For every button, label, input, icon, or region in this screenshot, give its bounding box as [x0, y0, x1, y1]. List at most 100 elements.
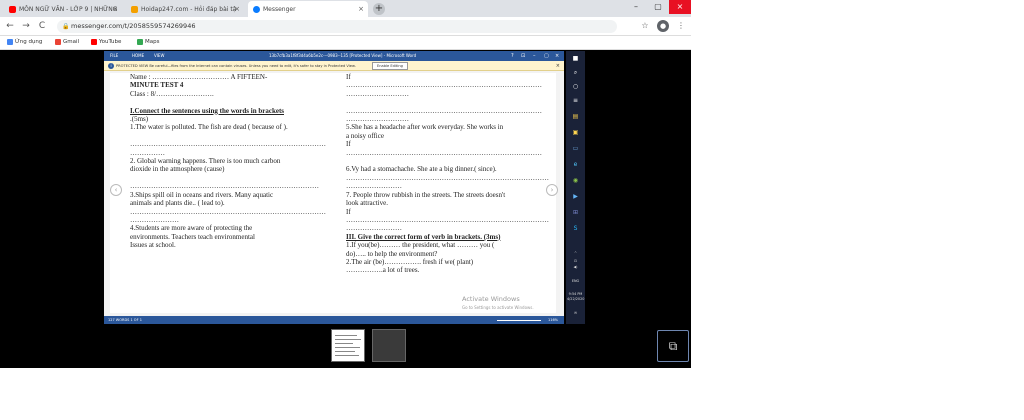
thumbnail-2[interactable]: [372, 329, 406, 362]
teams-icon: ⊞: [572, 209, 579, 216]
chrome-icon: ◉: [572, 177, 579, 184]
bookmark-label: Ứng dụng: [15, 39, 43, 45]
bookmark-apps[interactable]: Ứng dụng: [7, 39, 42, 45]
lock-icon: 🔒: [62, 23, 70, 30]
ribbon-tab-view: VIEW: [154, 53, 165, 58]
document-line: [130, 132, 326, 140]
maps-icon: [137, 39, 143, 45]
document-line: a noisy office: [346, 131, 384, 140]
document-line: [130, 98, 326, 106]
document-line: 4.Students are more aware of protecting …: [130, 224, 253, 233]
url-input[interactable]: 🔒 messenger.com/t/2058559574269946: [57, 20, 617, 33]
word-window-screenshot: FILE HOME VIEW 13b7cfb3a1f8f3d4a6b5e2c--…: [104, 51, 564, 324]
taskbar-screenshot: ■ ⌕ ○ ≡ ▤ ▣ ▭ e ◉ ▶ ⊞ S ^ ⊡ ◀) ENG 9:54 …: [566, 51, 585, 324]
tab-title: Hoidap247.com - Hỏi đáp bài tậ: [141, 5, 237, 13]
messenger-icon: [253, 5, 260, 13]
new-tab-button[interactable]: +: [373, 3, 385, 15]
document-line: 1.If you(be)……… the president, what ……… …: [346, 241, 495, 250]
tab-messenger[interactable]: Messenger ×: [248, 1, 368, 17]
thumbnail-line: [335, 335, 357, 336]
windows-start-icon: ■: [572, 55, 579, 62]
tab-ngu-van[interactable]: MÔN NGỮ VĂN - LỚP 9 | NHỮNG ×: [4, 1, 122, 17]
bookmark-youtube[interactable]: YouTube: [91, 39, 121, 45]
document-line: [346, 157, 549, 165]
gmail-icon: [55, 39, 61, 45]
tab-title: MÔN NGỮ VĂN - LỚP 9 | NHỮNG: [19, 5, 118, 13]
bookmark-maps[interactable]: Maps: [137, 39, 159, 45]
thumbnail-line: [335, 355, 359, 356]
bookmarks-bar: Ứng dụng Gmail YouTube Maps: [0, 36, 691, 50]
word-title-bar: FILE HOME VIEW 13b7cfb3a1f8f3d4a6b5e2c--…: [104, 51, 564, 61]
shield-icon: i: [108, 63, 114, 69]
document-line: do)….. to help the environment?: [346, 249, 438, 258]
minimize-button[interactable]: –: [625, 0, 647, 14]
protected-view-close-icon: ×: [555, 63, 560, 69]
document-line: ……………………: [346, 182, 402, 191]
address-bar-row: ← → C 🔒 messenger.com/t/2058559574269946…: [0, 17, 691, 36]
zoom-level: 116%: [548, 318, 559, 322]
notification-icon: ✉: [574, 311, 577, 315]
bookmark-star-icon[interactable]: ☆: [639, 20, 651, 32]
tray-volume-icon: ◀): [573, 265, 578, 269]
document-line: ……………………: [346, 224, 402, 233]
document-line: If: [346, 73, 351, 81]
thumbnail-line: [335, 347, 360, 348]
activate-windows-title: Activate Windows: [462, 295, 520, 303]
tray-date: 4/22/2020: [567, 297, 585, 301]
word-close-icon: ×: [555, 53, 560, 59]
thumbnail-line: [335, 339, 361, 340]
document-line: animals and plants die.. ( lead to).: [130, 199, 225, 208]
thumbnail-line: [335, 351, 355, 352]
tab-title: Messenger: [263, 5, 296, 13]
tab-hoidap[interactable]: Hoidap247.com - Hỏi đáp bài tậ ×: [126, 1, 244, 17]
word-doc-title: 13b7cfb3a1f8f3d4a6b5e2c---0983--135 [Pro…: [269, 53, 417, 58]
document-line: …………………………………………………………………………: [130, 140, 326, 149]
tray-chevron-icon: ^: [574, 251, 577, 255]
document-line: …………………………………………………………………………: [346, 148, 542, 157]
word-help-icon: ?: [511, 53, 514, 59]
document-left-column: Name : …………………………… A FIFTEEN- MINUTE TEST…: [130, 73, 326, 250]
store-icon: ▣: [572, 129, 579, 136]
menu-icon[interactable]: ⋮: [675, 20, 687, 32]
protected-view-message: PROTECTED VIEW Be careful—files from the…: [116, 64, 356, 68]
bookmark-gmail[interactable]: Gmail: [55, 39, 79, 45]
document-line: [130, 174, 326, 182]
document-line: I.Connect the sentences using the words …: [130, 106, 284, 115]
document-line: III. Give the correct form of verb in br…: [346, 232, 501, 241]
document-line: ………………………………………………………………………: [130, 182, 319, 191]
word-maximize-icon: ▢: [544, 53, 549, 59]
document-line: Class : 8/…………………….: [130, 89, 214, 98]
document-line: 7. People throw rubbish in the streets. …: [346, 190, 506, 199]
maximize-button[interactable]: ▢: [647, 0, 669, 14]
enable-editing-button: Enable Editing: [372, 62, 408, 70]
thumbnail-1[interactable]: [331, 329, 365, 362]
forward-button[interactable]: →: [20, 20, 32, 32]
profile-avatar[interactable]: ●: [657, 20, 669, 32]
document-line: 2.The air (be)……………. fresh if we( plant): [346, 257, 474, 266]
reload-button[interactable]: C: [36, 20, 48, 32]
apps-icon: [7, 39, 13, 45]
document-line: ……………: [130, 148, 165, 157]
search-icon: ⌕: [573, 69, 578, 76]
word-minimize-icon: –: [533, 53, 536, 59]
close-window-button[interactable]: ×: [669, 0, 691, 14]
bookmark-label: Gmail: [63, 39, 80, 45]
back-button[interactable]: ←: [4, 20, 16, 32]
document-line: …………………………………………………………………………: [130, 207, 326, 216]
protected-view-bar: i PROTECTED VIEW Be careful—files from t…: [104, 61, 564, 71]
document-line: environments. Teachers teach environment…: [130, 232, 255, 241]
next-image-button[interactable]: ›: [546, 184, 558, 196]
gallery-icon[interactable]: ⧉: [657, 330, 689, 362]
document-line: Issues at school.: [130, 241, 176, 250]
tab-close-icon[interactable]: ×: [112, 5, 118, 13]
document-line: Name : …………………………… A FIFTEEN-: [130, 73, 268, 81]
previous-image-button[interactable]: ‹: [110, 184, 122, 196]
tray-time: 9:54 PM: [568, 292, 583, 296]
document-line: 6.Vy had a stomachache. She ate a big di…: [346, 165, 497, 174]
tab-close-icon[interactable]: ×: [234, 5, 240, 13]
document-line: 3.Ships spill oil in oceans and rivers. …: [130, 190, 274, 199]
image-viewer: FILE HOME VIEW 13b7cfb3a1f8f3d4a6b5e2c--…: [0, 51, 691, 368]
tab-close-icon[interactable]: ×: [358, 5, 364, 13]
document-line: 5.She has a headache after work everyday…: [346, 123, 504, 132]
youtube-icon: [9, 5, 16, 13]
